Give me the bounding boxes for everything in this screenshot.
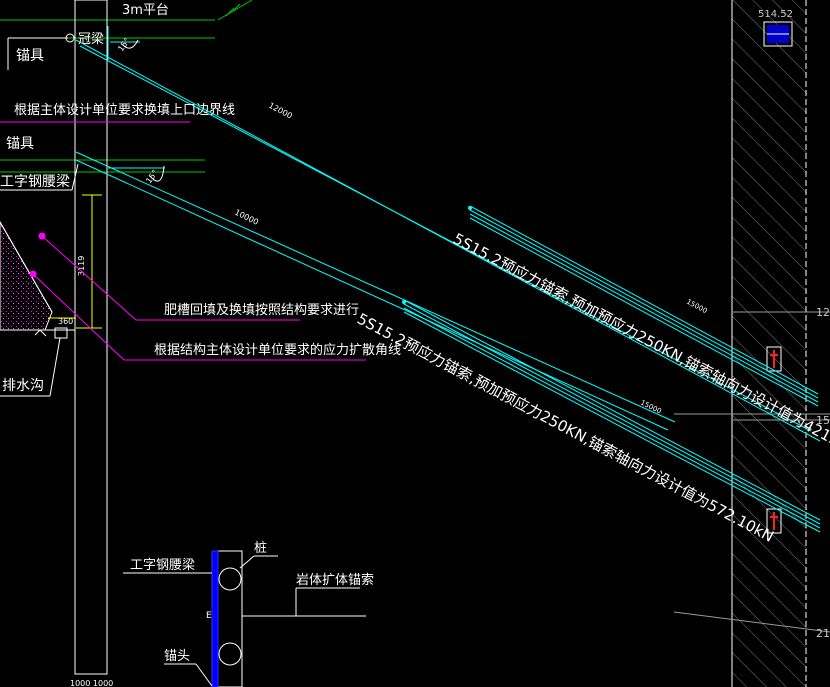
platform-label: 3m平台: [122, 3, 169, 18]
crown-beam-label: 冠梁: [78, 32, 104, 47]
detail-waling-label: 工字钢腰梁: [130, 558, 195, 573]
leader-lines: [29, 232, 366, 361]
pile-circle-lower: [218, 642, 242, 666]
backfill-note: 肥槽回填及换填按照结构要求进行: [164, 303, 359, 318]
anchor-cable-lower: [75, 151, 821, 533]
detail-anchor-head-label: 锚头: [164, 649, 190, 664]
anchorage-top-label: 锚具: [16, 48, 44, 64]
dimension-3119: 3119: [76, 194, 102, 329]
waling-mid-label: 工字钢腰梁: [0, 174, 70, 190]
length-label-10000: 10000: [233, 208, 260, 227]
detail-e-label: E: [206, 611, 212, 621]
dimension-3119-text: 3119: [77, 256, 86, 276]
length-label-15000-a: 15000: [685, 298, 708, 316]
axis-label-21: 21: [816, 627, 830, 640]
angle-label-upper: 15°: [116, 36, 132, 53]
anchorage-mid-label: 锚具: [6, 136, 34, 152]
right-top-label: 514.52: [758, 9, 793, 20]
detail-pile-label: 桩: [254, 541, 267, 556]
length-label-15000-b: 15000: [639, 399, 663, 416]
drain-label: 排水沟: [2, 378, 44, 394]
bottom-dimension: 1000 1000: [70, 679, 113, 687]
pile-circle-upper: [218, 567, 242, 591]
stress-diffusion-note: 根据结构主体设计单位要求的应力扩散角线: [154, 342, 401, 358]
angle-label-lower: 15°: [144, 168, 160, 185]
anchor-section-drawing: 514.52 12 15 21 1000 1000 15° 12000 1500…: [0, 0, 830, 687]
anchor-upper-free-end: [468, 206, 472, 210]
rock-hatch-zone: [673, 0, 830, 687]
ground-lines: [0, 0, 253, 173]
slope-boundary-note: 根据主体设计单位要求换填上口边界线: [14, 103, 235, 118]
axis-label-12: 12: [816, 306, 830, 319]
anchor-lower-free-end: [402, 300, 406, 304]
detail-rock-anchor-label: 岩体扩体锚索: [296, 573, 374, 588]
cad-drawing-canvas: 514.52 12 15 21 1000 1000 15° 12000 1500…: [0, 0, 830, 687]
length-label-12000: 12000: [267, 101, 294, 121]
